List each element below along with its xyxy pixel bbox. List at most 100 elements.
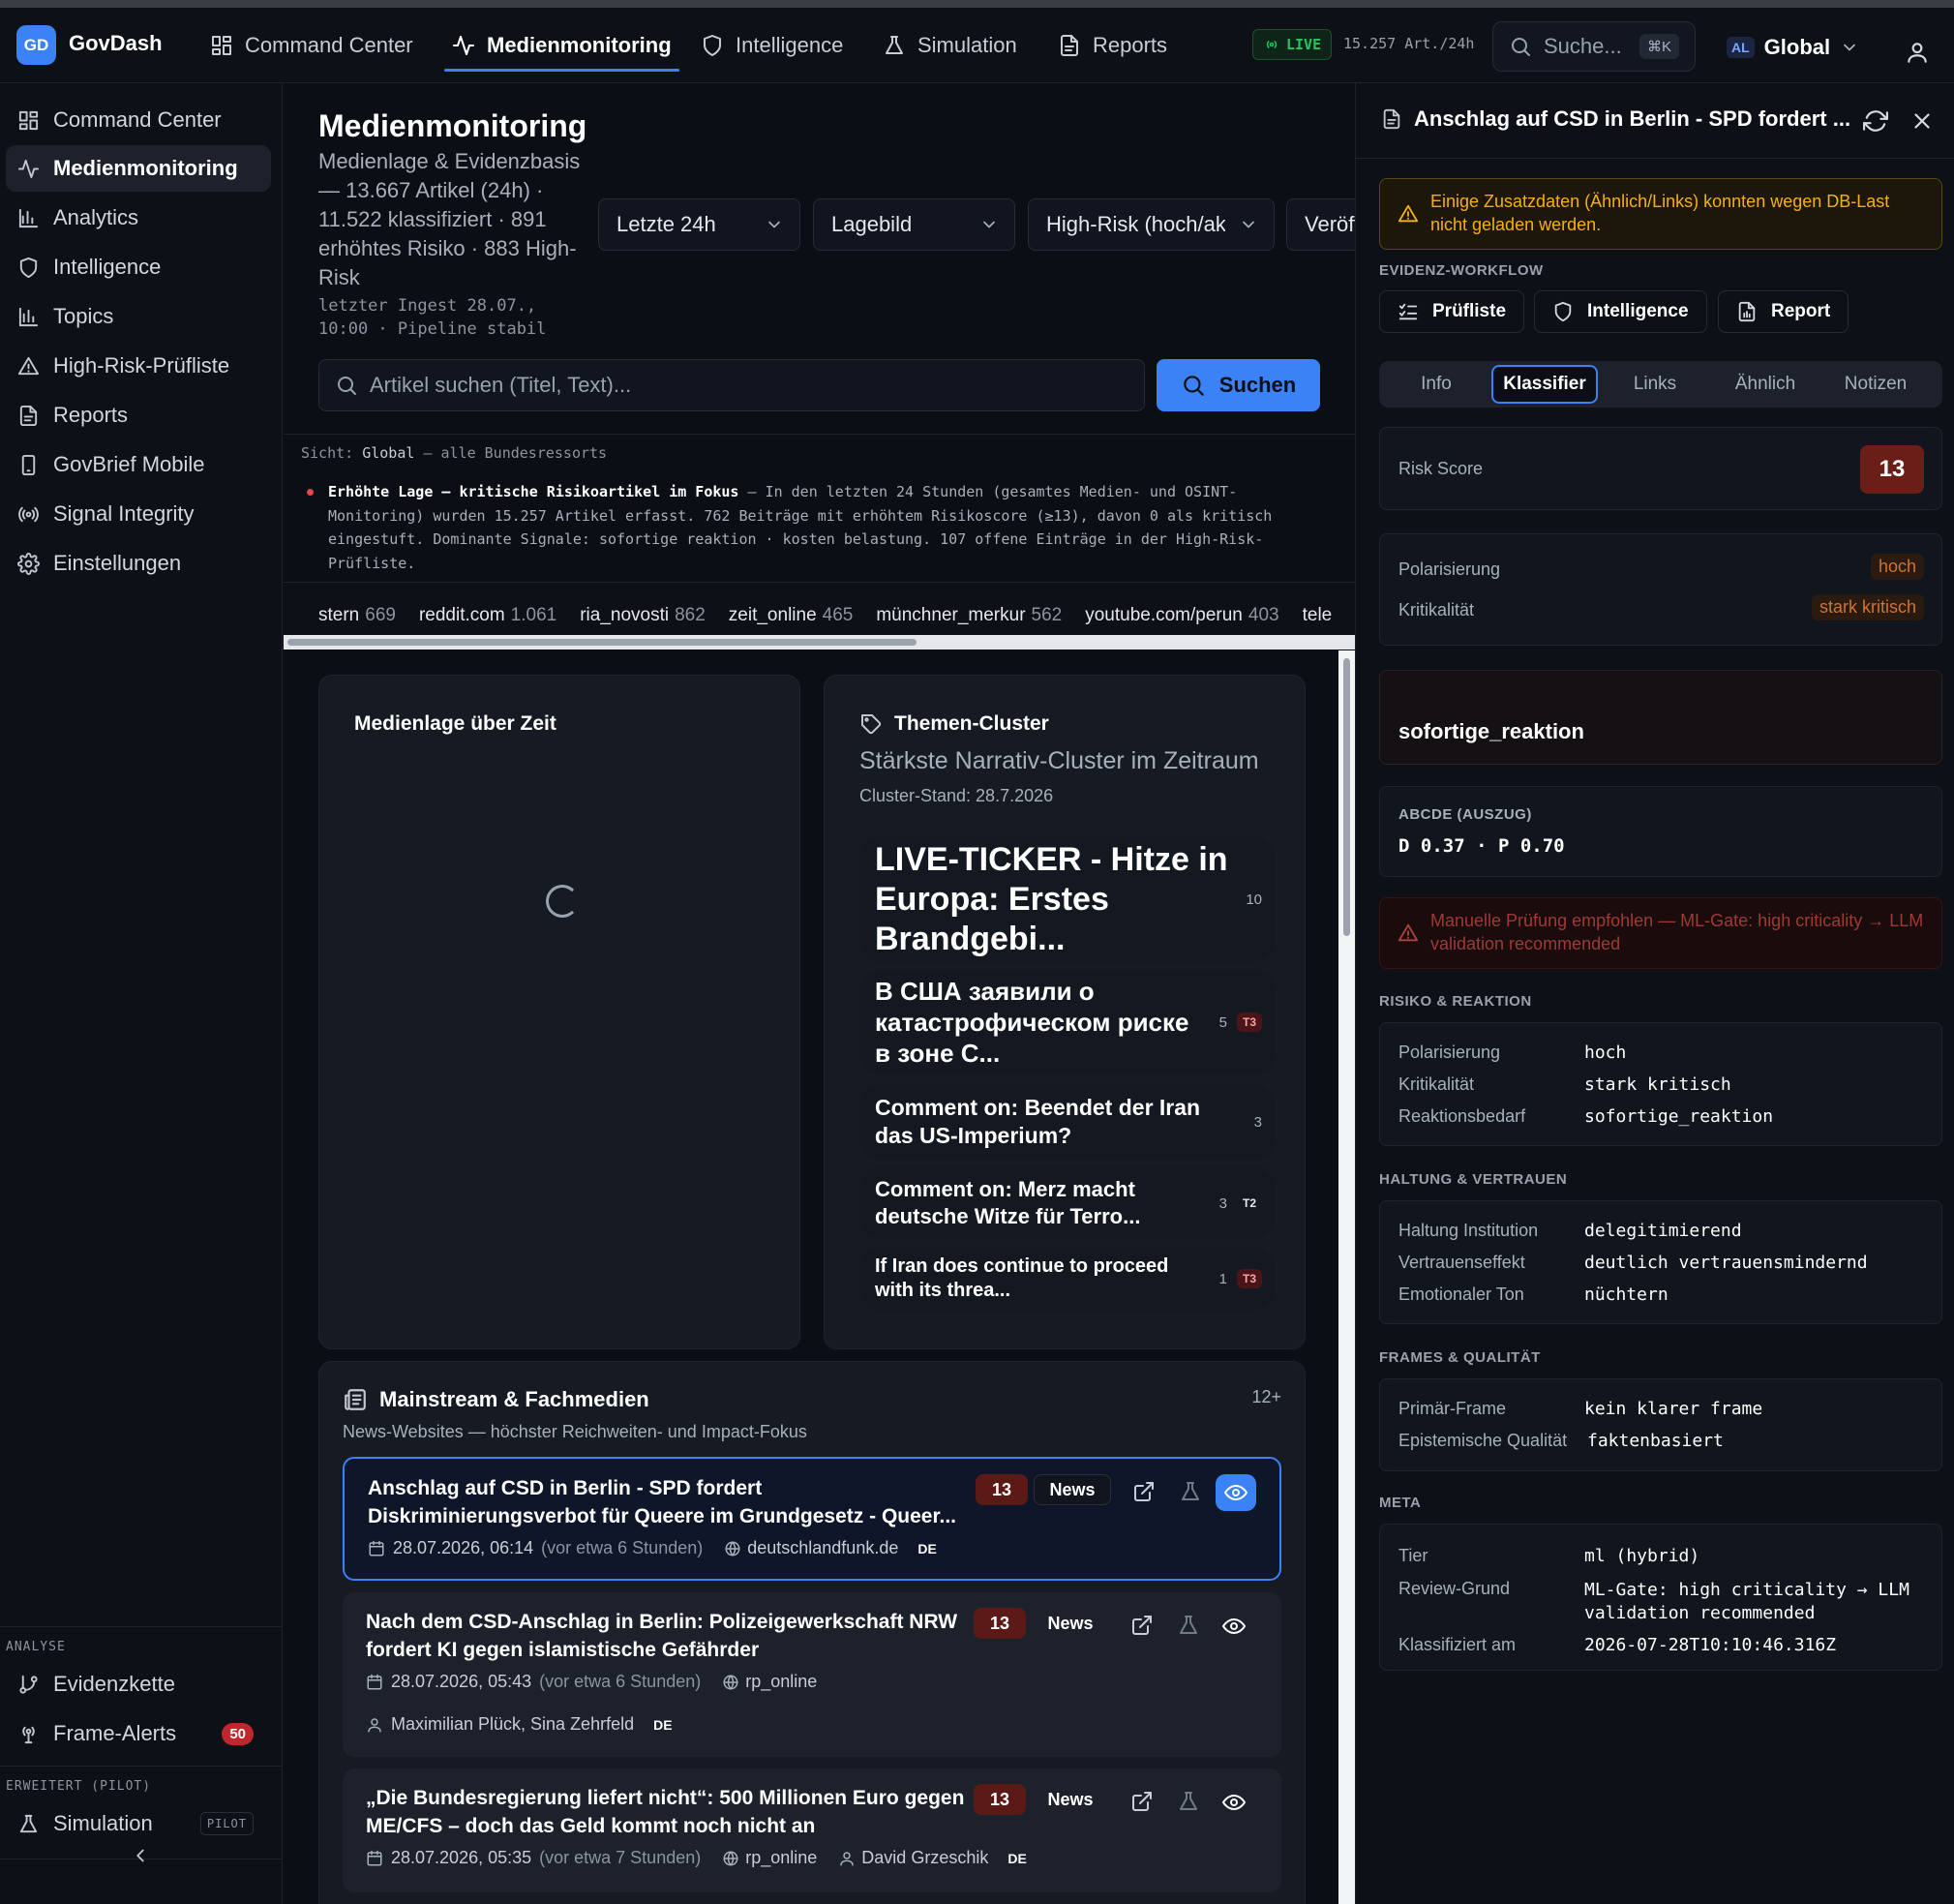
sidebar-item-label: High-Risk-Prüfliste: [53, 353, 230, 378]
abcde-label: ABCDE (AUSZUG): [1398, 806, 1532, 823]
tab-notizen[interactable]: Notizen: [1822, 365, 1929, 404]
sidebar-item-simulation[interactable]: Simulation PILOT: [6, 1800, 271, 1847]
cluster-item[interactable]: Comment on: Beendet der Iran das US-Impe…: [859, 1084, 1276, 1160]
window-top-strip: [0, 0, 1954, 8]
sidebar-item-label: Einstellungen: [53, 551, 182, 575]
newspaper-icon: [345, 1389, 366, 1410]
source-chip[interactable]: youtube.com/perun 403: [1085, 605, 1278, 626]
kv-value: kein klarer frame: [1584, 1399, 1763, 1419]
refresh-icon[interactable]: [1863, 108, 1888, 134]
user-icon[interactable]: [1905, 40, 1930, 65]
tab-info[interactable]: Info: [1383, 365, 1489, 404]
article-author-name: David Grzeschik: [861, 1848, 989, 1867]
reaction-box: sofortige_reaktion: [1379, 670, 1942, 765]
scope-selector[interactable]: AL Global: [1727, 35, 1859, 60]
topnav-label: Reports: [1093, 33, 1168, 57]
cluster-item[interactable]: В США заявили о катастрофическом риске в…: [859, 970, 1276, 1074]
source-name: reddit.com: [418, 605, 505, 625]
tab-klassifier[interactable]: Klassifier: [1491, 365, 1598, 404]
view-detail-button[interactable]: [1214, 1608, 1254, 1645]
article-row[interactable]: Anschlag auf CSD in Berlin - SPD fordert…: [343, 1457, 1281, 1581]
sidebar-item-high-risk[interactable]: High-Risk-Prüfliste: [6, 343, 271, 389]
source-chip[interactable]: ria_novosti 862: [580, 605, 706, 626]
manual-review-text: Manuelle Prüfung empfohlen — ML-Gate: hi…: [1430, 911, 1924, 953]
view-detail-button[interactable]: [1216, 1474, 1256, 1511]
source-count: 669: [365, 605, 396, 625]
topnav-label: Medienmonitoring: [487, 33, 672, 57]
app-name[interactable]: GovDash: [69, 31, 163, 56]
scope-line-label: Sicht:: [301, 444, 354, 462]
sidebar-item-einstellungen[interactable]: Einstellungen: [6, 540, 271, 587]
sidebar-item-topics[interactable]: Topics: [6, 293, 271, 340]
sidebar-item-intelligence[interactable]: Intelligence: [6, 244, 271, 290]
flask-icon[interactable]: [1177, 1790, 1200, 1813]
tab-links[interactable]: Links: [1602, 365, 1708, 404]
chevron-down-icon: [1844, 44, 1855, 51]
global-search[interactable]: Suche... ⌘K: [1492, 21, 1696, 72]
topnav-reports[interactable]: Reports: [1058, 8, 1167, 83]
cluster-item[interactable]: If Iran does continue to proceed with it…: [859, 1247, 1276, 1311]
chevron-left-icon[interactable]: [130, 1845, 151, 1866]
app-logo[interactable]: GD: [16, 25, 56, 65]
vertical-scrollbar[interactable]: [1338, 650, 1355, 1904]
article-search-input[interactable]: Artikel suchen (Titel, Text)...: [318, 359, 1145, 411]
source-chip[interactable]: münchner_merkur 562: [876, 605, 1062, 626]
sidebar-divider: [0, 1626, 283, 1627]
topnav-label: Simulation: [917, 33, 1017, 57]
source-chip[interactable]: stern 669: [318, 605, 396, 626]
time-filter-dropdown[interactable]: Letzte 24h: [598, 198, 800, 251]
article-rate: 15.257 Art./24h: [1343, 35, 1475, 52]
intelligence-button[interactable]: Intelligence: [1534, 290, 1707, 333]
view-detail-button[interactable]: [1214, 1784, 1254, 1821]
source-chip[interactable]: zeit_online 465: [729, 605, 854, 626]
topnav-label: Command Center: [245, 33, 413, 57]
horizontal-scrollbar[interactable]: [284, 635, 1355, 650]
search-button[interactable]: Suchen: [1157, 359, 1320, 411]
sidebar-item-govbrief[interactable]: GovBrief Mobile: [6, 441, 271, 488]
risiko-box: Polarisierung hoch Kritikalität stark kr…: [1379, 1022, 1942, 1146]
source-chip[interactable]: reddit.com 1.061: [419, 605, 556, 626]
sidebar-item-label: GovBrief Mobile: [53, 452, 205, 476]
kritikalitaet-pill: stark kritisch: [1811, 594, 1924, 620]
mainstream-count: 12+: [1251, 1387, 1281, 1406]
kritikalitaet-label: Kritikalität: [1398, 600, 1475, 620]
kv-value: faktenbasiert: [1587, 1431, 1724, 1451]
sidebar-item-frame-alerts[interactable]: Frame-Alerts 50: [6, 1710, 271, 1757]
sidebar-item-command-center[interactable]: Command Center: [6, 97, 271, 143]
view-filter-dropdown[interactable]: Lagebild: [813, 198, 1015, 251]
sidebar-item-reports[interactable]: Reports: [6, 392, 271, 438]
topnav-intelligence[interactable]: Intelligence: [701, 8, 843, 83]
external-link-icon[interactable]: [1130, 1790, 1154, 1813]
sidebar-item-analytics[interactable]: Analytics: [6, 195, 271, 241]
topnav-medienmonitoring[interactable]: Medienmonitoring: [444, 8, 679, 83]
sidebar-item-medienmonitoring[interactable]: Medienmonitoring: [6, 145, 271, 192]
source-name: tele: [1302, 605, 1333, 625]
dropdown-value: Veröffentlicht: [1305, 212, 1355, 236]
flask-icon[interactable]: [1177, 1614, 1200, 1637]
sidebar-item-evidenzkette[interactable]: Evidenzkette: [6, 1661, 271, 1708]
prueliste-button[interactable]: Prüfliste: [1379, 290, 1525, 333]
external-link-icon[interactable]: [1132, 1480, 1156, 1503]
external-link-icon[interactable]: [1130, 1614, 1154, 1637]
close-icon[interactable]: [1909, 108, 1935, 134]
scrollbar-thumb[interactable]: [1343, 658, 1350, 936]
source-chip[interactable]: tele: [1303, 605, 1333, 626]
flask-icon[interactable]: [1179, 1480, 1202, 1503]
scrollbar-thumb[interactable]: [287, 639, 917, 646]
source-name: youtube.com/perun: [1085, 605, 1243, 625]
tab-aehnlich[interactable]: Ähnlich: [1712, 365, 1819, 404]
published-filter-dropdown[interactable]: Veröffentlicht: [1286, 198, 1355, 251]
sidebar-item-signal-integrity[interactable]: Signal Integrity: [6, 491, 271, 537]
risk-filter-dropdown[interactable]: High-Risk (hoch/akut): [1028, 198, 1275, 251]
article-row[interactable]: Nach dem CSD-Anschlag in Berlin: Polizei…: [343, 1592, 1281, 1757]
cluster-item-count: 5: [1218, 1013, 1227, 1031]
radio-tower-icon: [22, 1726, 35, 1743]
polarisierung-label: Polarisierung: [1398, 559, 1501, 579]
topnav-command-center[interactable]: Command Center: [210, 8, 413, 83]
article-row[interactable]: „Die Bundesregierung liefert nicht“: 500…: [343, 1768, 1281, 1892]
cluster-item[interactable]: Comment on: Merz macht deutsche Witze fü…: [859, 1167, 1276, 1239]
report-button[interactable]: Report: [1718, 290, 1849, 333]
cluster-item[interactable]: LIVE-TICKER - Hitze in Europa: Erstes Br…: [859, 836, 1276, 962]
topnav-simulation[interactable]: Simulation: [883, 8, 1017, 83]
sidebar-item-label: Command Center: [53, 107, 222, 132]
